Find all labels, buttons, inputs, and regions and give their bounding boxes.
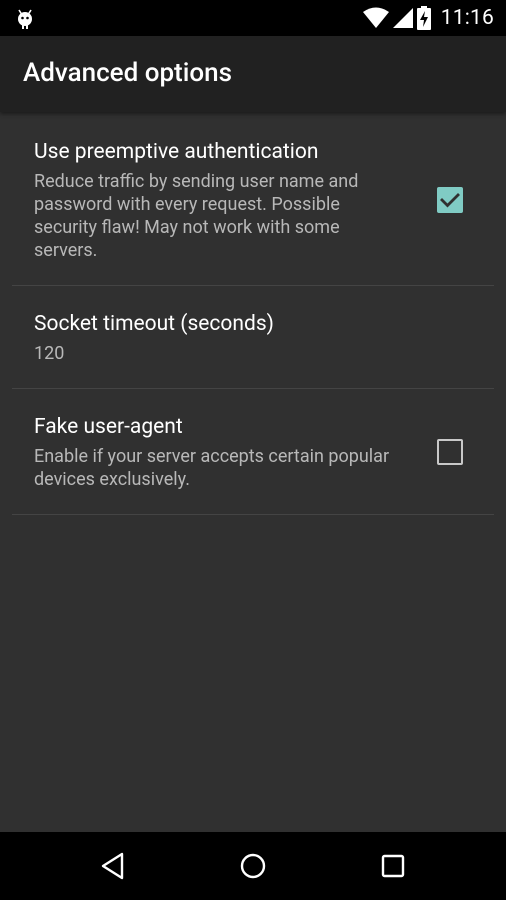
pref-socket-timeout[interactable]: Socket timeout (seconds) 120 [0, 286, 506, 389]
pref-summary: Reduce traffic by sending user name and … [34, 171, 359, 261]
wifi-icon [362, 7, 389, 29]
preemptive-auth-checkbox[interactable] [437, 187, 463, 213]
pref-title: Socket timeout (seconds) [34, 312, 274, 336]
status-icons: 11:16 [362, 0, 494, 36]
home-icon [240, 853, 266, 879]
pref-preemptive-auth[interactable]: Use preemptive authentication Reduce tra… [0, 112, 506, 286]
back-button[interactable] [73, 832, 153, 900]
battery-charging-icon [416, 6, 431, 30]
recents-icon [381, 854, 405, 878]
android-debug-icon [14, 7, 36, 29]
page-title: Advanced options [23, 58, 232, 88]
status-time: 11:16 [440, 6, 494, 30]
preferences-list: Use preemptive authentication Reduce tra… [0, 112, 506, 515]
back-icon [101, 852, 124, 880]
cell-signal-icon [392, 8, 413, 28]
pref-value: 120 [34, 343, 65, 364]
recents-button[interactable] [353, 832, 433, 900]
divider [12, 514, 494, 515]
pref-summary: Enable if your server accepts certain po… [34, 446, 390, 490]
pref-title: Fake user-agent [34, 415, 183, 439]
checkmark-icon [440, 193, 460, 208]
home-button[interactable] [213, 832, 293, 900]
pref-title: Use preemptive authentication [34, 140, 319, 164]
app-toolbar: Advanced options [0, 36, 506, 112]
status-bar: 11:16 [0, 0, 506, 36]
pref-fake-user-agent[interactable]: Fake user-agent Enable if your server ac… [0, 389, 506, 515]
fake-user-agent-checkbox[interactable] [437, 439, 463, 465]
navigation-bar [0, 832, 506, 900]
